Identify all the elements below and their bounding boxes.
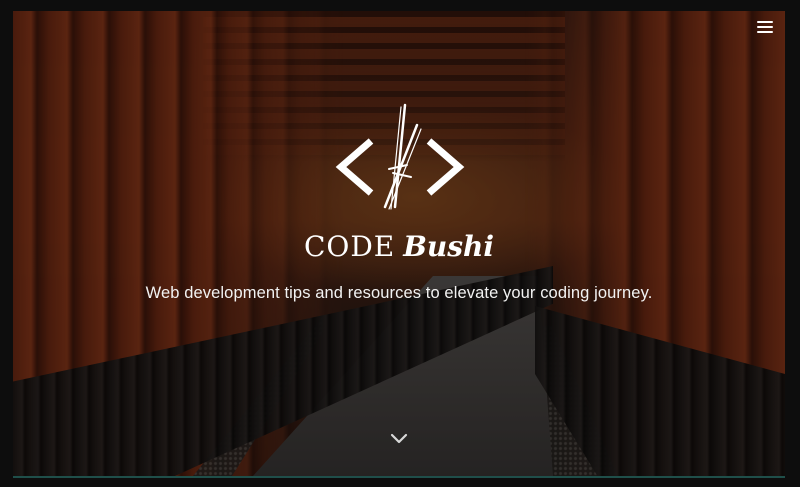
chevron-down-icon[interactable] [390,433,408,445]
code-brackets-swords-icon [335,103,465,210]
site-brand: CODE Bushi [13,230,785,263]
page-frame: CODE Bushi Web development tips and resou… [0,0,800,487]
hero-section: CODE Bushi Web development tips and resou… [13,11,785,478]
hero-tagline: Web development tips and resources to el… [145,284,653,302]
brand-bushi-text: Bushi [403,230,495,263]
brand-code-text: CODE [303,230,396,263]
hamburger-menu-icon[interactable] [757,20,773,34]
